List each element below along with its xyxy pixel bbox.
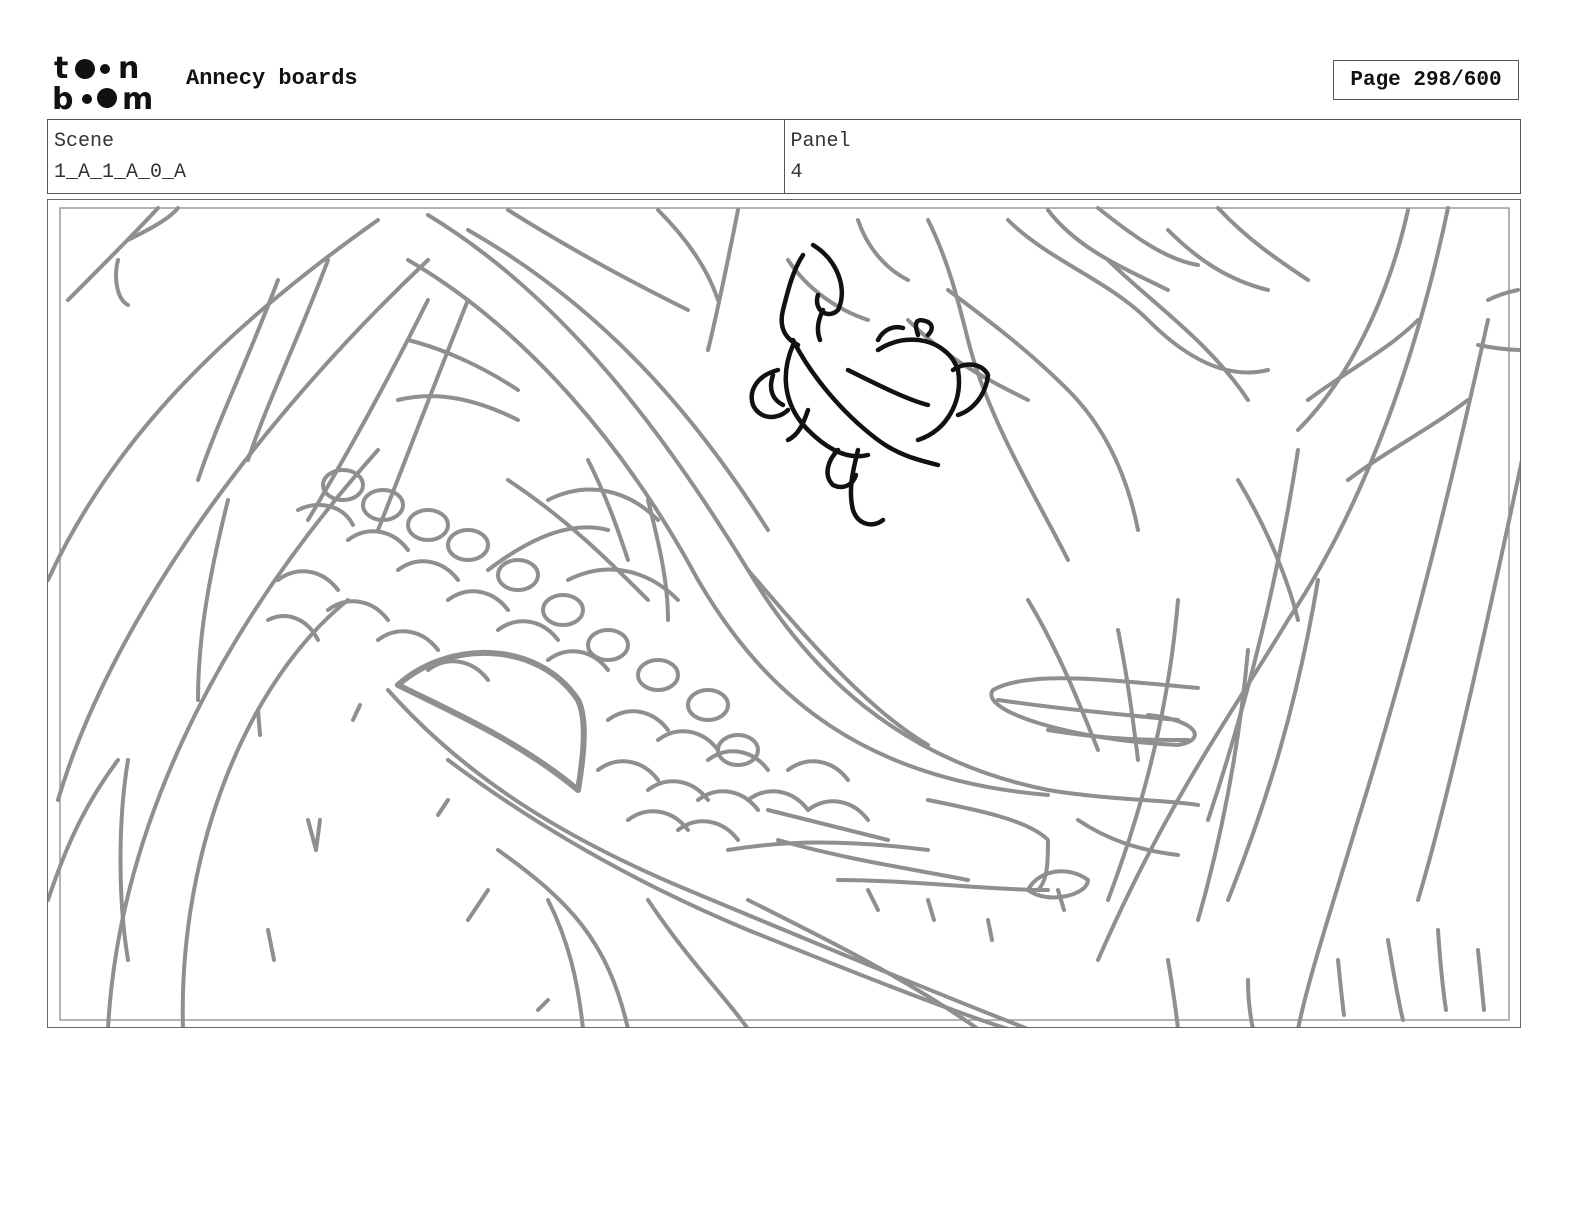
logo-graphic: t n b m	[52, 51, 153, 117]
scene-label: Scene	[54, 130, 115, 153]
svg-text:b: b	[52, 82, 73, 112]
page-indicator: Page 298/600	[1333, 60, 1519, 100]
scene-value: 1_A_1_A_0_A	[54, 161, 187, 184]
panel-cell: Panel 4	[783, 120, 1521, 193]
scene-cell: Scene 1_A_1_A_0_A	[48, 120, 784, 193]
panel-value: 4	[790, 161, 803, 184]
toon-boom-logo: t n b m	[52, 51, 164, 117]
storyboard-panel	[47, 199, 1521, 1028]
panel-sketch	[48, 206, 1520, 1027]
project-title: Annecy boards	[186, 66, 358, 91]
svg-text:m: m	[122, 82, 153, 112]
svg-text:n: n	[118, 52, 139, 86]
panel-label: Panel	[790, 130, 851, 153]
svg-text:t: t	[54, 52, 68, 86]
scene-panel-info: Scene 1_A_1_A_0_A Panel 4	[47, 119, 1521, 194]
